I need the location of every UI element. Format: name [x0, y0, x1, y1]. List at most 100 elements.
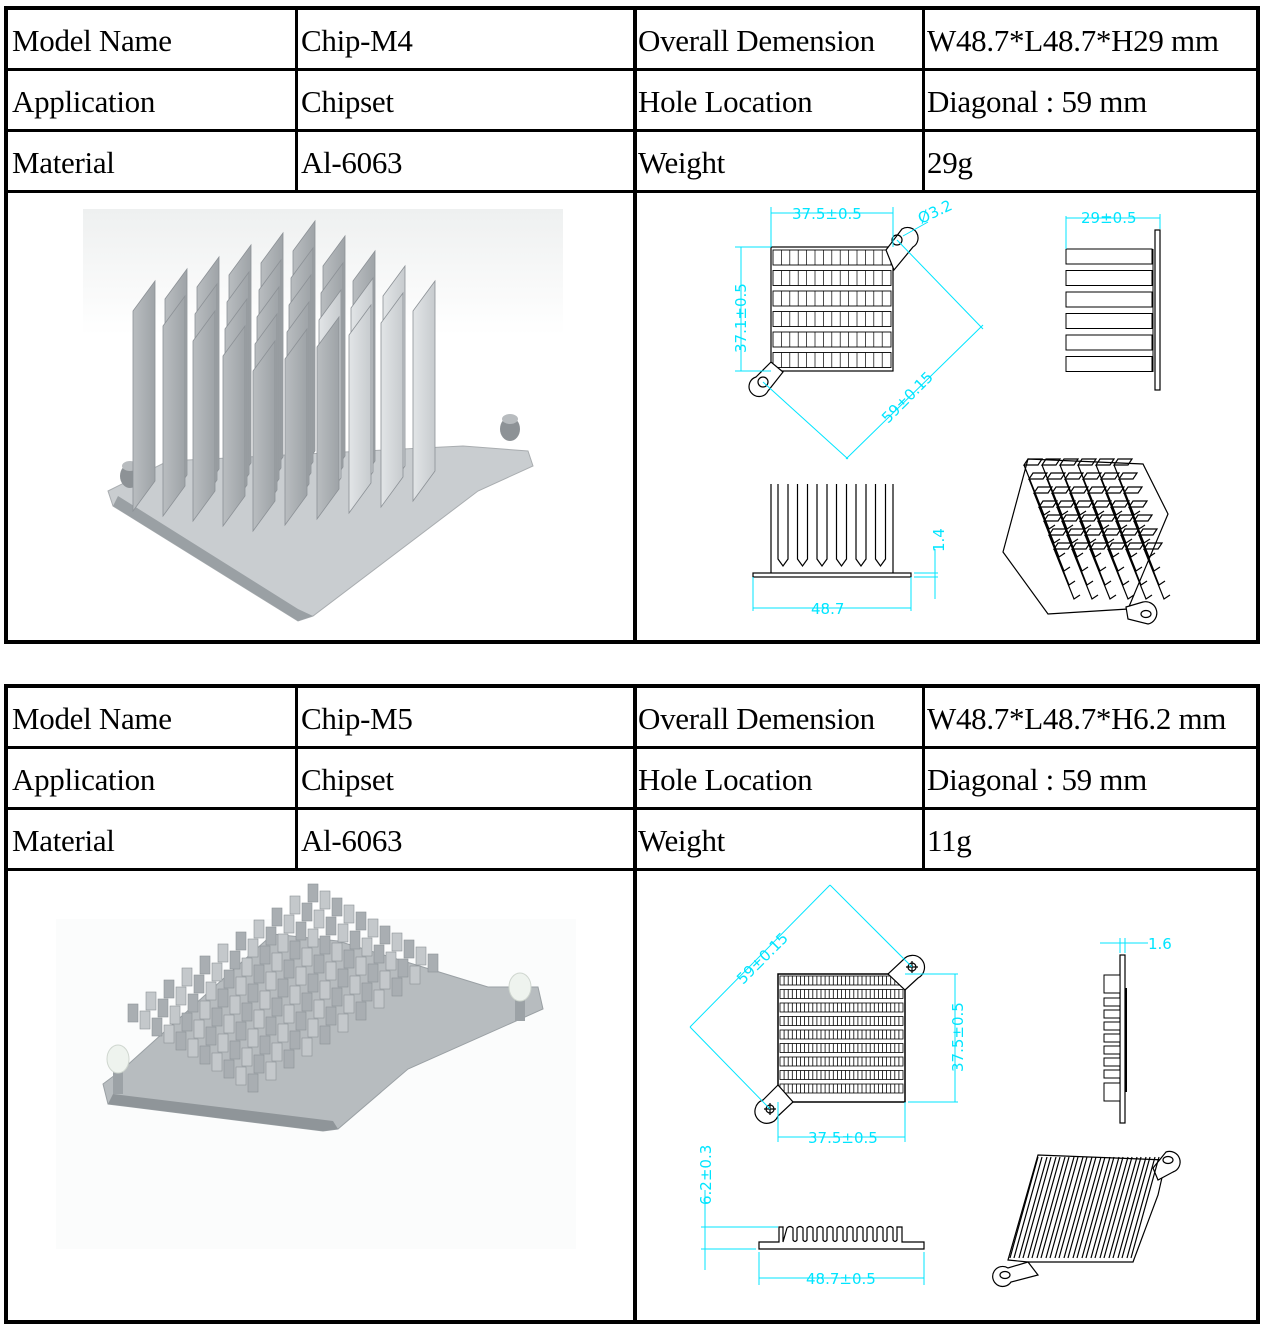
fin	[337, 923, 349, 943]
technical-drawing: 59±0.15 37.5±0.5 37.5±0.5 1.6 6.2±0.3 48…	[637, 869, 1256, 1320]
dim-top-height: 37.5±0.5	[949, 1002, 967, 1072]
fin	[1065, 270, 1153, 286]
fin	[241, 1002, 253, 1022]
fin	[199, 1000, 211, 1020]
fin	[289, 940, 301, 960]
fin	[1103, 1033, 1121, 1043]
spec-value: Al-6063	[301, 823, 403, 858]
dim-front-width: 48.7	[811, 600, 844, 618]
fin	[855, 484, 867, 568]
spec-label: Hole Location	[638, 84, 813, 119]
fin	[222, 324, 246, 528]
fin	[349, 975, 361, 995]
fin	[163, 1024, 175, 1044]
fin	[1065, 248, 1153, 265]
fin	[145, 991, 157, 1011]
front-view: 48.7 1.4	[752, 484, 948, 618]
fin	[252, 339, 276, 533]
fin	[319, 890, 331, 910]
spec-value: Chipset	[301, 84, 394, 119]
fin	[211, 1052, 223, 1072]
spec-row-material: Material Al-6063 Weight 29g	[8, 132, 1256, 193]
spec-value: Chip-M4	[301, 23, 413, 58]
fin	[337, 968, 349, 988]
fin	[319, 980, 331, 1000]
fin	[1065, 313, 1153, 329]
dim-top-width: 37.5±0.5	[792, 205, 862, 223]
fin	[1103, 1082, 1121, 1102]
fin	[265, 1061, 277, 1081]
spec-value: W48.7*L48.7*H6.2 mm	[927, 701, 1227, 736]
fin	[379, 925, 391, 945]
fin	[397, 958, 409, 978]
fin	[313, 999, 325, 1019]
heatsink-photo-tall-fins	[83, 209, 563, 629]
fin	[223, 1014, 235, 1034]
spec-sheet-chip-m5: Model Name Chip-M5 Overall Demension W48…	[4, 684, 1260, 1324]
fin	[259, 990, 271, 1010]
spec-label: Material	[12, 145, 115, 180]
fin	[325, 961, 337, 981]
spec-sheet-chip-m4: Model Name Chip-M4 Overall Demension W48…	[4, 6, 1260, 644]
spec-label: Model Name	[12, 23, 172, 58]
technical-drawing: 37.5±0.5 Ø3.2 37.1±0.5 59±0.15 29±0.5 48…	[637, 191, 1256, 640]
fin	[235, 931, 247, 951]
fin	[223, 969, 235, 989]
fin	[361, 982, 373, 1002]
spec-row-model: Model Name Chip-M4 Overall Demension W48…	[8, 10, 1256, 71]
spec-value: 29g	[927, 145, 973, 180]
fin	[349, 930, 361, 950]
spec-value: 11g	[927, 823, 972, 858]
isometric-view	[1002, 458, 1171, 625]
spec-label: Material	[12, 823, 115, 858]
fin	[319, 1025, 331, 1045]
divider	[295, 10, 298, 190]
fin	[271, 907, 283, 927]
fin	[187, 993, 199, 1013]
fin	[247, 938, 259, 958]
fin	[343, 949, 355, 969]
fin	[385, 951, 397, 971]
spec-row-application: Application Chipset Hole Location Diagon…	[8, 71, 1256, 132]
spec-value: W48.7*L48.7*H29 mm	[927, 23, 1219, 58]
fin	[253, 919, 265, 939]
fin	[412, 279, 436, 503]
fin	[241, 957, 253, 977]
media-row: 37.5±0.5 Ø3.2 37.1±0.5 59±0.15 29±0.5 48…	[8, 191, 1256, 640]
spec-table: Model Name Chip-M4 Overall Demension W48…	[8, 10, 1256, 193]
fin	[289, 985, 301, 1005]
fin	[373, 944, 385, 964]
fin	[289, 1030, 301, 1050]
spec-value: Chip-M5	[301, 701, 413, 736]
spec-value: Chipset	[301, 762, 394, 797]
fin	[1103, 1069, 1121, 1079]
fin	[253, 1054, 265, 1074]
fin	[331, 987, 343, 1007]
fin	[175, 1031, 187, 1051]
side-view: 29±0.5	[1065, 209, 1161, 391]
spec-label: Weight	[638, 823, 725, 858]
fin	[361, 937, 373, 957]
spec-label: Application	[12, 84, 156, 119]
fin	[373, 989, 385, 1009]
fin	[139, 1010, 151, 1030]
fin	[1103, 1045, 1121, 1055]
fin	[193, 974, 205, 994]
fin	[307, 883, 319, 903]
fin	[175, 986, 187, 1006]
fin	[391, 932, 403, 952]
fin	[271, 997, 283, 1017]
fin	[796, 484, 809, 568]
fin	[247, 1028, 259, 1048]
spec-label: Overall Demension	[638, 701, 875, 736]
fin	[277, 978, 289, 998]
fin	[187, 1038, 199, 1058]
heatsink-photo-low-profile	[56, 883, 576, 1249]
dim-side-depth: 29±0.5	[1081, 209, 1137, 227]
fin	[205, 1026, 217, 1046]
spec-table: Model Name Chip-M5 Overall Demension W48…	[8, 688, 1256, 871]
fin	[217, 943, 229, 963]
divider	[295, 688, 298, 868]
front-view: 6.2±0.3 48.7±0.5	[697, 1145, 925, 1288]
dim-hole-dia: Ø3.2	[915, 196, 955, 227]
